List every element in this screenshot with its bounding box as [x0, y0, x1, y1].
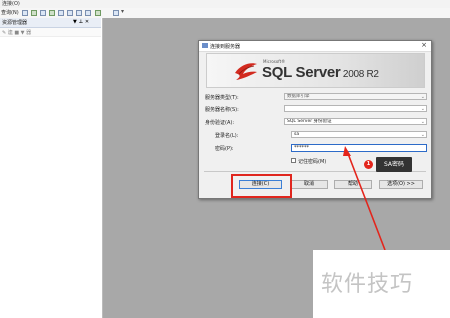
- password-value: ******: [294, 145, 309, 151]
- analysis-icon[interactable]: [49, 10, 55, 16]
- object-explorer-panel: 资源管理器 ▼ ⊥ ✕ ✎ 連 ■ ▼ 器: [0, 18, 103, 318]
- toolbar-dropdown-icon[interactable]: ▾: [121, 9, 127, 15]
- remember-password-checkbox[interactable]: [291, 158, 296, 163]
- query-icon[interactable]: [40, 10, 46, 16]
- watermark-text: 软件技巧: [321, 272, 414, 297]
- dialog-title: 连接到服务器: [210, 44, 241, 50]
- product-version: 2008 R2: [340, 69, 379, 80]
- save-icon[interactable]: [76, 10, 82, 16]
- dialog-title-bar: 连接到服务器 ×: [199, 41, 431, 52]
- save-all-icon[interactable]: [85, 10, 91, 16]
- menu-connect[interactable]: 连接(O): [2, 0, 20, 7]
- server-name-select[interactable]: ⌄: [284, 105, 427, 112]
- chevron-down-icon: ⌄: [420, 132, 425, 138]
- cancel-button[interactable]: 取消: [290, 180, 328, 189]
- new-query-icon[interactable]: [22, 10, 28, 16]
- login-label: 登录名(L):: [215, 133, 239, 139]
- toolbar-query-label[interactable]: 查询(N): [1, 9, 19, 16]
- annotation-badge: 1: [364, 160, 373, 169]
- login-value: sa: [294, 132, 300, 137]
- annotation-tooltip: SA密码: [376, 157, 412, 172]
- chevron-down-icon: ⌄: [420, 119, 425, 125]
- explorer-tools[interactable]: ✎ 連 ■ ▼ 器: [2, 29, 31, 36]
- auth-select[interactable]: SQL Server 身份验证 ⌄: [284, 118, 427, 125]
- database-icon[interactable]: [31, 10, 37, 16]
- password-label: 密码(P):: [215, 146, 234, 152]
- auth-label: 身份验证(A):: [205, 120, 235, 126]
- object-explorer-header: 资源管理器 ▼ ⊥ ✕: [0, 18, 101, 28]
- server-type-select[interactable]: 数据库引擎 ⌄: [284, 93, 427, 100]
- connect-highlight-box: [231, 174, 292, 198]
- window-icon[interactable]: [113, 10, 119, 16]
- close-icon[interactable]: ×: [421, 41, 427, 49]
- server-type-label: 服务器类型(T):: [205, 95, 239, 101]
- help-button[interactable]: 帮助: [334, 180, 372, 189]
- server-icon: [202, 43, 208, 48]
- server-type-value: 数据库引擎: [287, 94, 310, 99]
- panel-controls[interactable]: ▼ ⊥ ✕: [73, 19, 89, 25]
- open-file-icon[interactable]: [67, 10, 73, 16]
- auth-value: SQL Server 身份验证: [287, 119, 332, 124]
- server-name-label: 服务器名称(S):: [205, 107, 239, 113]
- object-explorer-title: 资源管理器: [2, 20, 28, 26]
- options-button[interactable]: 选项(O) >>: [379, 180, 423, 189]
- sql-server-logo-icon: [235, 63, 257, 80]
- product-name: SQL Server 2008 R2: [262, 64, 379, 81]
- product-banner: Microsoft® SQL Server 2008 R2: [206, 53, 425, 88]
- report-icon[interactable]: [58, 10, 64, 16]
- activity-monitor-icon[interactable]: [95, 10, 101, 16]
- object-explorer-toolbar: ✎ 連 ■ ▼ 器: [0, 28, 101, 37]
- password-field[interactable]: ******: [291, 144, 427, 152]
- watermark: 软件技巧: [313, 250, 450, 318]
- chevron-down-icon: ⌄: [420, 94, 425, 100]
- chevron-down-icon: ⌄: [420, 106, 425, 112]
- login-select[interactable]: sa ⌄: [291, 131, 427, 138]
- remember-password-label: 记住密码(M): [298, 159, 327, 165]
- product-main: SQL Server: [262, 64, 341, 81]
